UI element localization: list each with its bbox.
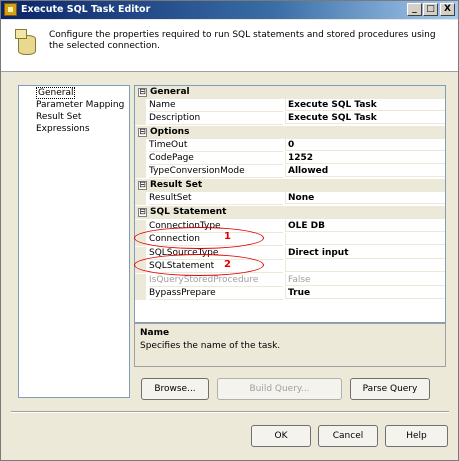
property-name: CodePage bbox=[149, 152, 283, 165]
property-row-bypassprepare[interactable]: BypassPrepare True bbox=[135, 287, 445, 300]
description-text: Specifies the name of the task. bbox=[140, 341, 281, 351]
category-result-set[interactable]: ⊟ Result Set bbox=[135, 179, 445, 192]
property-value[interactable]: 0 bbox=[285, 139, 445, 151]
property-value[interactable]: Allowed bbox=[285, 165, 445, 177]
category-label: Result Set bbox=[150, 180, 203, 190]
collapse-icon[interactable]: ⊟ bbox=[138, 208, 147, 217]
property-row-name[interactable]: Name Execute SQL Task bbox=[135, 99, 445, 112]
navigation-list[interactable]: General Parameter Mapping Result Set Exp… bbox=[18, 85, 130, 398]
nav-item-label: General bbox=[36, 87, 76, 99]
property-value[interactable]: Execute SQL Task bbox=[285, 112, 445, 124]
header-description: Configure the properties required to run… bbox=[49, 30, 436, 51]
app-icon bbox=[4, 3, 17, 16]
nav-item-label: Result Set bbox=[36, 112, 82, 122]
nav-item-expressions[interactable]: Expressions bbox=[36, 123, 90, 135]
category-label: General bbox=[150, 87, 190, 97]
collapse-icon[interactable]: ⊟ bbox=[138, 88, 147, 97]
property-name: IsQueryStoredProcedure bbox=[149, 274, 283, 287]
help-button[interactable]: Help bbox=[385, 425, 448, 447]
property-name: Description bbox=[149, 112, 283, 125]
browse-button[interactable]: Browse... bbox=[141, 378, 209, 400]
property-value[interactable]: False bbox=[285, 274, 445, 286]
property-value[interactable]: OLE DB bbox=[285, 220, 445, 232]
property-value[interactable]: Execute SQL Task bbox=[285, 99, 445, 111]
category-options[interactable]: ⊟ Options bbox=[135, 126, 445, 139]
minimize-button[interactable]: _ bbox=[407, 3, 422, 16]
header-panel: Configure the properties required to run… bbox=[1, 20, 458, 72]
description-title: Name bbox=[140, 328, 170, 338]
property-row-isquerystoredprocedure[interactable]: IsQueryStoredProcedure False bbox=[135, 274, 445, 287]
property-row-codepage[interactable]: CodePage 1252 bbox=[135, 152, 445, 165]
category-label: SQL Statement bbox=[150, 207, 227, 217]
description-panel: Name Specifies the name of the task. bbox=[134, 323, 446, 367]
property-value[interactable]: Direct input bbox=[285, 247, 445, 259]
close-button[interactable]: X bbox=[440, 3, 455, 16]
annotation-ellipse-1 bbox=[134, 227, 264, 249]
property-name: BypassPrepare bbox=[149, 287, 283, 300]
parse-query-button[interactable]: Parse Query bbox=[350, 378, 430, 400]
nav-item-general[interactable]: General bbox=[36, 87, 76, 99]
property-name: TimeOut bbox=[149, 139, 283, 152]
property-value[interactable]: True bbox=[285, 287, 445, 299]
ok-button[interactable]: OK bbox=[251, 425, 311, 447]
property-name: ResultSet bbox=[149, 192, 283, 205]
property-value[interactable] bbox=[285, 233, 445, 245]
property-name: Name bbox=[149, 99, 283, 112]
window-title: Execute SQL Task Editor bbox=[21, 4, 151, 15]
nav-item-parameter-mapping[interactable]: Parameter Mapping bbox=[36, 99, 124, 111]
annotation-ellipse-2 bbox=[134, 254, 264, 276]
annotation-number-2: 2 bbox=[224, 259, 231, 270]
nav-item-label: Parameter Mapping bbox=[36, 100, 125, 110]
database-icon bbox=[15, 29, 37, 55]
title-bar[interactable]: Execute SQL Task Editor _ □ X bbox=[1, 1, 458, 19]
property-row-description[interactable]: Description Execute SQL Task bbox=[135, 112, 445, 125]
property-row-resultset[interactable]: ResultSet None bbox=[135, 192, 445, 205]
nav-item-result-set[interactable]: Result Set bbox=[36, 111, 81, 123]
property-name: TypeConversionMode bbox=[149, 165, 283, 178]
separator bbox=[11, 411, 449, 413]
property-value[interactable] bbox=[285, 260, 445, 272]
nav-item-label: Expressions bbox=[36, 124, 90, 134]
category-general[interactable]: ⊟ General bbox=[135, 86, 445, 99]
annotation-number-1: 1 bbox=[224, 231, 231, 242]
maximize-button[interactable]: □ bbox=[423, 3, 438, 16]
category-sql-statement[interactable]: ⊟ SQL Statement bbox=[135, 206, 445, 219]
property-row-timeout[interactable]: TimeOut 0 bbox=[135, 139, 445, 152]
property-row-typeconversionmode[interactable]: TypeConversionMode Allowed bbox=[135, 165, 445, 178]
property-grid[interactable]: ⊟ General Name Execute SQL Task Descript… bbox=[134, 85, 446, 323]
property-value[interactable]: None bbox=[285, 192, 445, 204]
collapse-icon[interactable]: ⊟ bbox=[138, 128, 147, 137]
category-label: Options bbox=[150, 127, 190, 137]
build-query-button[interactable]: Build Query... bbox=[217, 378, 342, 400]
property-value[interactable]: 1252 bbox=[285, 152, 445, 164]
cancel-button[interactable]: Cancel bbox=[318, 425, 378, 447]
collapse-icon[interactable]: ⊟ bbox=[138, 181, 147, 190]
